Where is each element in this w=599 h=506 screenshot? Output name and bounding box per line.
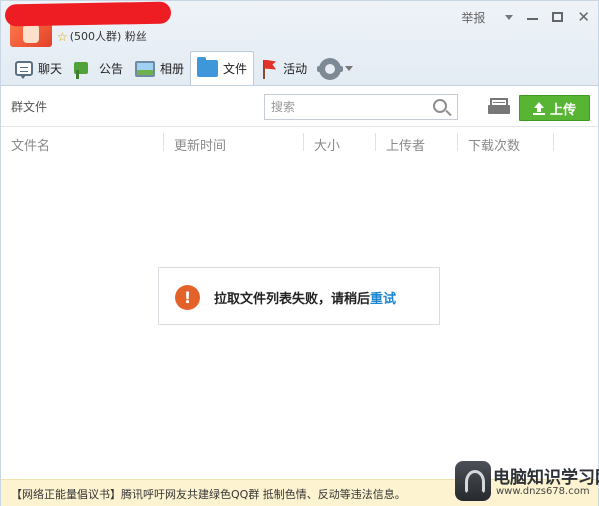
maximize-button[interactable] (552, 12, 564, 22)
settings-menu[interactable] (313, 52, 359, 85)
col-updated[interactable]: 更新时间 (174, 135, 226, 154)
upload-icon (532, 101, 545, 115)
search-icon[interactable] (433, 99, 447, 113)
group-info-text: (500人群) 粉丝 (69, 30, 147, 43)
tab-chat-label: 聊天 (38, 62, 63, 76)
tab-notice[interactable]: 公告 (68, 52, 129, 85)
window-header: ☆ (500人群) 粉丝 举报 ✕ 聊天 公告 相册 文件 活动 (1, 1, 598, 85)
folder-icon (197, 57, 219, 77)
qq-group-window: ☆ (500人群) 粉丝 举报 ✕ 聊天 公告 相册 文件 活动 群文件 搜索 … (0, 0, 599, 506)
chevron-down-icon (345, 66, 354, 71)
error-message-box: ! 拉取文件列表失败，请稍后重试 (158, 267, 440, 325)
star-icon: ☆ (57, 30, 68, 44)
tab-album[interactable]: 相册 (129, 52, 190, 85)
col-uploader[interactable]: 上传者 (386, 135, 425, 154)
tab-files[interactable]: 文件 (190, 51, 255, 85)
search-box (264, 94, 458, 120)
watermark-logo-icon (455, 461, 491, 501)
files-toolbar: 群文件 上传 (1, 85, 598, 127)
report-button[interactable]: 举报 (461, 9, 485, 26)
error-message: 拉取文件列表失败，请稍后 (214, 292, 371, 307)
col-divider (163, 133, 164, 151)
tab-album-label: 相册 (160, 62, 185, 76)
search-input[interactable] (265, 95, 425, 119)
watermark-url: www.dnzs678.com (496, 486, 590, 497)
error-icon: ! (175, 285, 200, 310)
close-button[interactable]: ✕ (577, 9, 590, 25)
tab-bar: 聊天 公告 相册 文件 活动 (9, 51, 359, 85)
column-header: 文件名 更新时间 大小 上传者 下载次数 (1, 128, 598, 158)
section-title: 群文件 (11, 100, 48, 114)
watermark-title: 电脑知识学习网 (493, 468, 599, 488)
notice-icon (74, 60, 94, 79)
tab-activity[interactable]: 活动 (254, 52, 313, 85)
col-downloads[interactable]: 下载次数 (468, 135, 520, 154)
group-info: ☆ (500人群) 粉丝 (57, 30, 147, 44)
error-text: 拉取文件列表失败，请稍后重试 (214, 288, 396, 307)
col-divider (375, 133, 376, 151)
col-divider (553, 133, 554, 151)
redacted-group-name (4, 1, 172, 27)
gear-icon (317, 57, 344, 80)
file-tray-button[interactable] (488, 98, 510, 115)
dropdown-icon[interactable] (505, 14, 514, 20)
tab-activity-label: 活动 (283, 62, 308, 76)
tab-chat[interactable]: 聊天 (9, 52, 68, 85)
tab-notice-label: 公告 (99, 62, 124, 76)
chat-icon (15, 61, 33, 79)
flag-icon (260, 59, 278, 79)
col-divider (303, 133, 304, 151)
col-divider (457, 133, 458, 151)
upload-button[interactable]: 上传 (519, 95, 590, 121)
col-filename[interactable]: 文件名 (11, 135, 50, 154)
upload-label: 上传 (549, 102, 576, 118)
window-controls: 举报 ✕ (461, 7, 590, 27)
photo-icon (135, 60, 156, 77)
tab-files-label: 文件 (223, 62, 248, 76)
footer-notice[interactable]: 【网络正能量倡议书】腾讯呼吁网友共建绿色QQ群 抵制色情、反动等违法信息。 (11, 486, 406, 502)
retry-link[interactable]: 重试 (370, 292, 396, 307)
minimize-button[interactable] (527, 18, 539, 20)
col-size[interactable]: 大小 (314, 135, 340, 154)
